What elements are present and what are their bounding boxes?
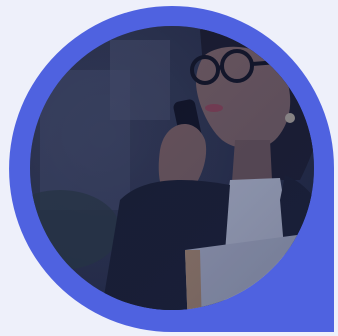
profile-image-card bbox=[0, 0, 338, 336]
framed-photo-illustration bbox=[9, 6, 334, 332]
